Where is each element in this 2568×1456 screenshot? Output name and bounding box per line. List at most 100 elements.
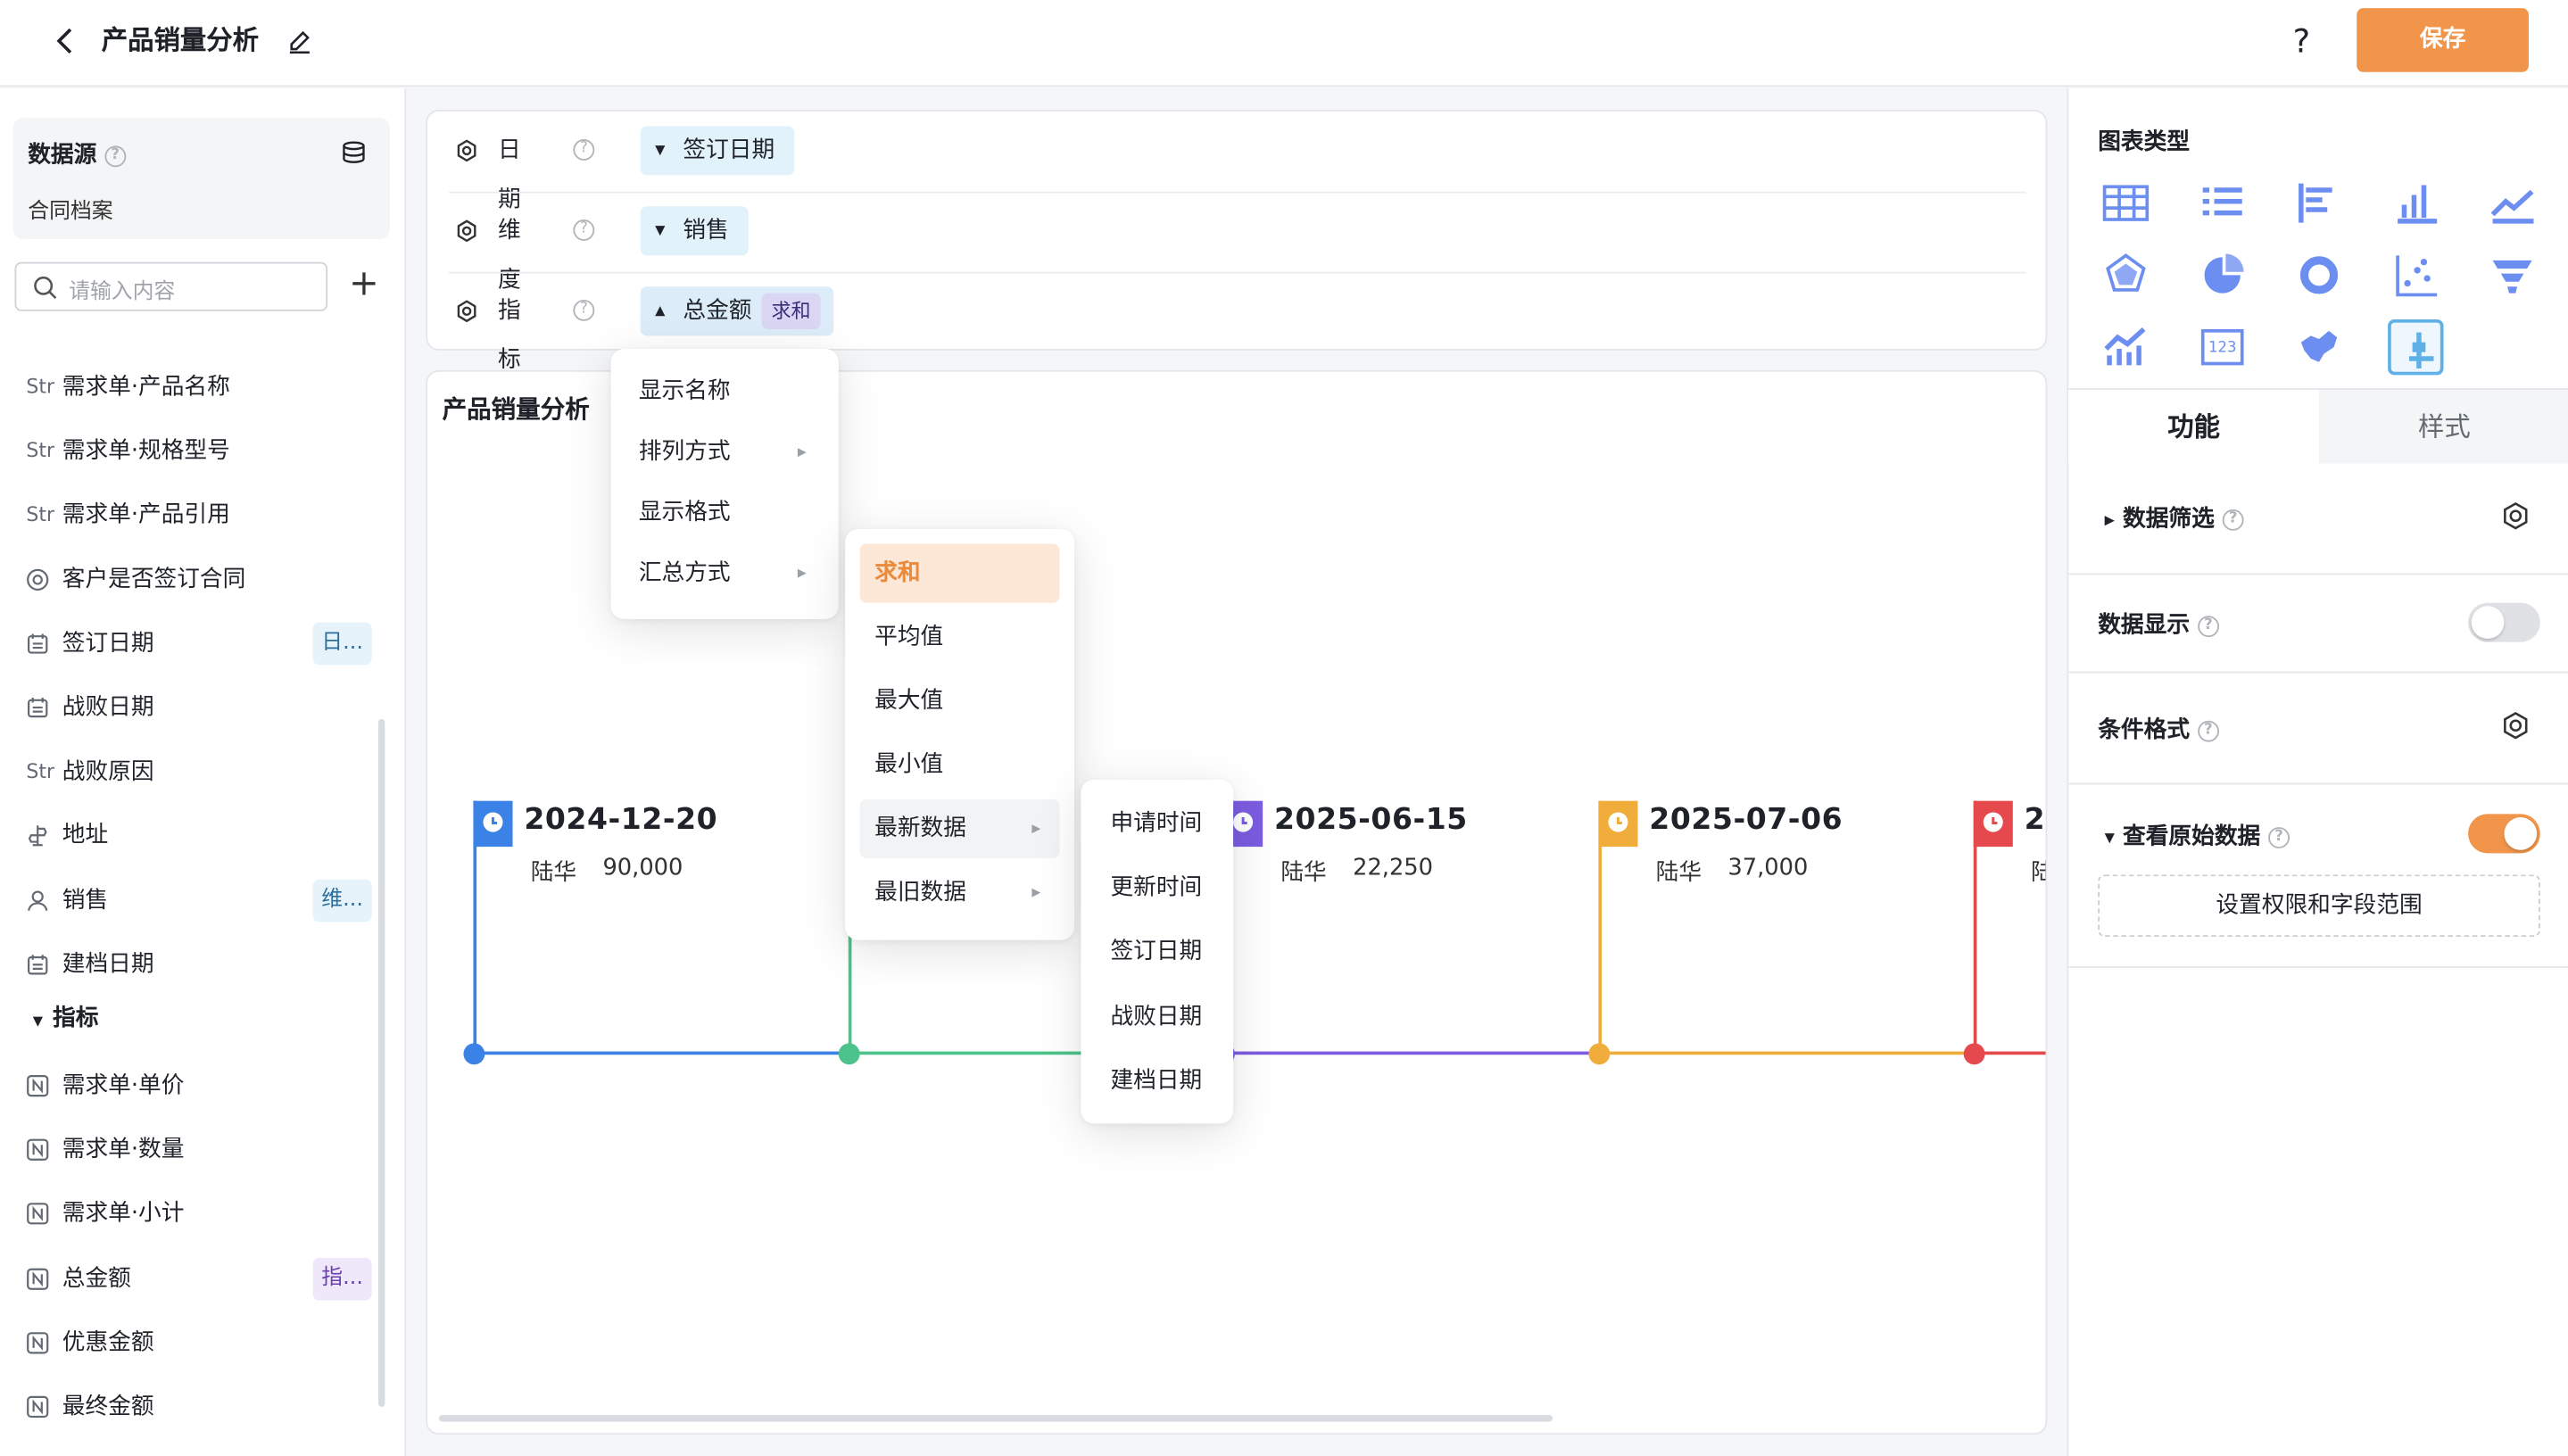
metrics-group-header[interactable]: ▼ 指标	[33, 999, 99, 1038]
timeline-name: 陆华	[1655, 859, 1702, 887]
settings-tabs: 功能 样式	[2068, 388, 2568, 464]
help-circle-icon[interactable]: ?	[573, 219, 595, 241]
help-icon[interactable]: ?	[2293, 20, 2311, 62]
view-raw-data-row[interactable]: ▼ 查看原始数据 ?	[2105, 819, 2290, 852]
field-item[interactable]: 战败日期	[26, 688, 154, 727]
field-item[interactable]: Str 需求单·产品引用	[26, 495, 229, 534]
view-raw-toggle[interactable]	[2468, 814, 2540, 854]
menu-item-label: 最小值	[874, 751, 944, 778]
menu-item[interactable]: 平均值	[874, 608, 943, 666]
help-circle-icon[interactable]: ?	[2268, 826, 2290, 848]
menu-item-label: 排列方式	[638, 438, 731, 466]
radar-chart-icon[interactable]	[2098, 247, 2153, 302]
menu-item[interactable]: 显示名称	[639, 362, 731, 421]
field-search-input[interactable]: 请输入内容	[14, 261, 328, 311]
field-item[interactable]: 客户是否签订合同	[26, 559, 245, 599]
menu-item[interactable]: 更新时间	[1110, 858, 1202, 917]
metric-label: 优惠金额	[62, 1329, 154, 1356]
metric-item[interactable]: 需求单·数量	[26, 1130, 184, 1170]
field-item[interactable]: 地址	[26, 816, 108, 856]
metric-field-pill[interactable]: ▲ 总金额 求和	[640, 286, 834, 336]
chart-types-title: 图表类型	[2098, 129, 2191, 156]
menu-item[interactable]: 最新数据	[874, 799, 966, 858]
help-circle-icon[interactable]: ?	[2197, 719, 2219, 741]
divider	[2068, 782, 2568, 785]
menu-item[interactable]: 汇总方式	[639, 543, 731, 602]
database-switch-icon[interactable]	[341, 141, 367, 164]
gear-icon	[455, 300, 478, 323]
timeline-name: 陆	[2031, 855, 2046, 888]
edit-pencil-icon[interactable]	[286, 28, 312, 54]
search-icon	[33, 275, 58, 300]
menu-item[interactable]: 最旧数据	[874, 863, 966, 922]
timeline-chart-icon[interactable]	[2388, 318, 2444, 376]
timeline-dot[interactable]	[838, 1043, 860, 1065]
help-circle-icon[interactable]: ?	[2222, 509, 2244, 530]
timeline-dot[interactable]	[1588, 1043, 1611, 1065]
combo-chart-icon[interactable]	[2098, 319, 2153, 375]
menu-item[interactable]: 建档日期	[1110, 1051, 1202, 1110]
horizontal-bar-icon[interactable]	[2291, 175, 2347, 230]
data-filter-row[interactable]: ▶ 数据筛选 ?	[2105, 501, 2244, 534]
tab-style[interactable]: 样式	[2319, 389, 2568, 464]
field-item[interactable]: Str 战败原因	[26, 752, 153, 791]
caret-down-icon: ▼	[655, 142, 666, 158]
data-display-label: 数据显示	[2098, 612, 2191, 639]
menu-item-label: 汇总方式	[638, 559, 731, 587]
permission-field-range-button[interactable]: 设置权限和字段范围	[2098, 874, 2540, 938]
left-scrollbar[interactable]	[377, 718, 385, 1407]
save-button[interactable]: 保存	[2357, 8, 2529, 72]
funnel-chart-icon[interactable]	[2484, 247, 2539, 302]
bar-chart-icon[interactable]	[2388, 175, 2443, 230]
dimension-field-pill[interactable]: ▼ 销售	[640, 206, 749, 256]
data-display-toggle[interactable]	[2468, 602, 2540, 642]
field-item[interactable]: 销售	[26, 881, 108, 920]
menu-item[interactable]: 最小值	[874, 735, 943, 794]
help-circle-icon[interactable]: ?	[573, 299, 595, 321]
metric-label: 最终金额	[62, 1394, 154, 1420]
menu-item[interactable]: 最大值	[874, 672, 943, 731]
date-field-pill[interactable]: ▼ 签订日期	[640, 126, 795, 176]
metric-item[interactable]: 优惠金额	[26, 1323, 154, 1362]
help-circle-icon[interactable]: ?	[104, 145, 127, 167]
map-chart-icon[interactable]	[2291, 319, 2347, 375]
menu-item[interactable]: 签订日期	[1110, 922, 1202, 981]
tab-function[interactable]: 功能	[2068, 389, 2320, 464]
metric-item[interactable]: 总金额	[26, 1259, 131, 1298]
field-item[interactable]: Str 需求单·产品名称	[26, 367, 229, 406]
scatter-chart-icon[interactable]	[2388, 247, 2443, 302]
back-arrow-icon[interactable]	[53, 25, 79, 58]
number-card-icon[interactable]: 123	[2195, 319, 2250, 375]
list-chart-icon[interactable]	[2195, 175, 2250, 230]
timeline-dot[interactable]	[1963, 1043, 1985, 1065]
metric-item[interactable]: 需求单·单价	[26, 1066, 184, 1105]
donut-chart-icon[interactable]	[2291, 247, 2347, 302]
field-item[interactable]: 签订日期	[26, 624, 154, 663]
timeline-segment	[473, 1051, 849, 1055]
pie-chart-icon[interactable]	[2195, 247, 2250, 302]
datasource-box[interactable]: 数据源 ? 合同档案	[12, 118, 390, 240]
timeline-dot[interactable]	[463, 1043, 485, 1065]
field-label: 战败日期	[62, 694, 154, 721]
settings-hex-icon[interactable]	[2501, 711, 2531, 740]
top-header: 产品销量分析 ? 保存	[0, 0, 2568, 87]
metric-item[interactable]: 最终金额	[26, 1387, 154, 1427]
settings-hex-icon[interactable]	[2501, 501, 2531, 531]
menu-item[interactable]: 战败日期	[1110, 987, 1202, 1046]
number-type-icon	[26, 1138, 55, 1162]
divider	[448, 191, 2026, 194]
metric-item[interactable]: 需求单·小计	[26, 1195, 184, 1234]
field-item[interactable]: Str 需求单·规格型号	[26, 431, 229, 470]
menu-item[interactable]: 求和	[874, 543, 920, 602]
menu-item[interactable]: 申请时间	[1110, 794, 1202, 853]
menu-item[interactable]: 显示格式	[639, 484, 731, 542]
horizontal-scrollbar[interactable]	[438, 1415, 1553, 1422]
menu-item[interactable]: 排列方式	[639, 423, 731, 482]
help-circle-icon[interactable]: ?	[573, 139, 595, 161]
field-item[interactable]: 建档日期	[26, 945, 154, 984]
help-circle-icon[interactable]: ?	[2197, 615, 2219, 637]
timeline-date: 2	[2024, 802, 2046, 838]
line-chart-icon[interactable]	[2484, 175, 2539, 230]
table-chart-icon[interactable]	[2098, 175, 2153, 230]
add-field-button[interactable]: +	[349, 262, 379, 308]
